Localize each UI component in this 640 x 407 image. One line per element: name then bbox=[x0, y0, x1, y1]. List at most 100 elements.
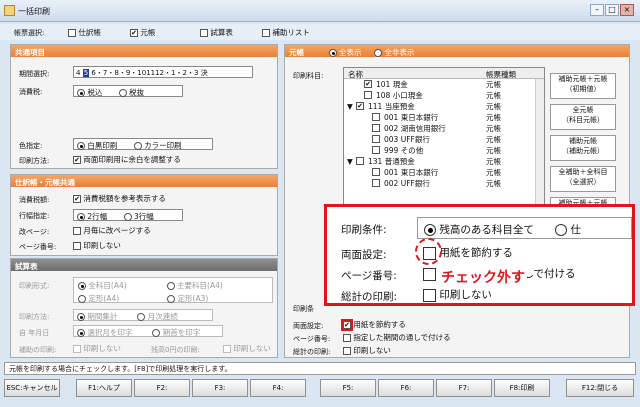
tax-ref-checkbox[interactable]: ✔ 消費税額を参考表示する bbox=[73, 193, 166, 204]
trial-aux-label: 補助の印刷: bbox=[19, 346, 57, 354]
page-label: ページ番号: bbox=[293, 335, 331, 343]
tree-row-type: 元帳 bbox=[486, 135, 501, 144]
minimize-button[interactable]: – bbox=[590, 4, 604, 16]
report-select-row: 帳票選択: 仕訳帳 ✔ 元帳 試算表 補助リスト bbox=[0, 24, 640, 40]
btn-aux-ledger[interactable]: 補助元帳 （補助元帳） bbox=[550, 135, 616, 161]
zoom-callout: 印刷条件: 残高のある科目全て 仕 両面設定: 用紙を節約する ページ番号: 指… bbox=[324, 204, 635, 306]
fkey-f2[interactable]: F2: bbox=[134, 379, 190, 397]
trial-form-group: 全科目(A4) 主要科目(A4) 定形(A4) 定形(A3) bbox=[73, 277, 273, 303]
zoom-page-label: ページ番号: bbox=[341, 270, 397, 282]
zoom-total-checkbox[interactable]: 印刷しない bbox=[423, 287, 492, 302]
status-bar: 元帳を印刷する場合にチェックします。[F8]で印刷処理を実行します。 bbox=[4, 362, 636, 375]
subject-label: 印刷科目: bbox=[293, 72, 324, 80]
tree-row-name: 111 当座預金 bbox=[368, 102, 415, 111]
tree-row-type: 元帳 bbox=[486, 168, 501, 177]
tree-row-checkbox[interactable] bbox=[372, 179, 380, 187]
report-option-ledger[interactable]: ✔ 元帳 bbox=[130, 27, 155, 38]
report-option-trial[interactable]: 試算表 bbox=[200, 27, 233, 38]
tree-row-type: 元帳 bbox=[486, 157, 501, 166]
hide-all-radio[interactable]: 全非表示 bbox=[374, 48, 415, 57]
trial-year-label: 自 年月日 bbox=[19, 329, 50, 337]
tree-row-name: 101 現金 bbox=[376, 80, 408, 89]
tree-row[interactable]: ✔ 101 現金 元帳 bbox=[344, 79, 544, 90]
tree-row[interactable]: 002 湖南信用銀行 元帳 bbox=[344, 123, 544, 134]
btn-all-ledger[interactable]: 全元帳 （科目元帳） bbox=[550, 104, 616, 130]
tree-row-checkbox[interactable]: ✔ bbox=[356, 102, 364, 110]
ledger-panel: 元帳 全表示 全非表示 印刷科目: 名称 帳票種類 ✔ 101 現金 元帳 108 小… bbox=[284, 44, 630, 358]
fkey-f3[interactable]: F3: bbox=[192, 379, 248, 397]
expand-arrow-icon[interactable]: ▼ bbox=[347, 101, 353, 112]
mono-print-radio[interactable]: 白黒印刷 bbox=[77, 141, 117, 150]
tree-row-type: 元帳 bbox=[486, 124, 501, 133]
tree-row[interactable]: 001 東日本銀行 元帳 bbox=[344, 167, 544, 178]
tree-row[interactable]: 108 小口現金 元帳 bbox=[344, 90, 544, 101]
tree-row-name: 003 UFF銀行 bbox=[384, 135, 430, 144]
tree-row-checkbox[interactable] bbox=[372, 135, 380, 143]
zoom-duplex-label: 両面設定: bbox=[341, 249, 387, 261]
fkey-f7[interactable]: F7: bbox=[436, 379, 492, 397]
tree-row[interactable]: ▼ 131 普通預金 元帳 bbox=[344, 156, 544, 167]
tree-row-checkbox[interactable] bbox=[364, 91, 372, 99]
tree-row[interactable]: ▼ ✔ 111 当座預金 元帳 bbox=[344, 101, 544, 112]
total-checkbox[interactable]: 印刷しない bbox=[343, 345, 391, 356]
fkey-f6[interactable]: F6: bbox=[378, 379, 434, 397]
trial-aux-checkbox[interactable]: 印刷しない bbox=[73, 343, 121, 354]
tax-excl-radio[interactable]: 税抜 bbox=[118, 88, 144, 97]
report-option-journal[interactable]: 仕訳帳 bbox=[68, 27, 101, 38]
trial-header: 試算表 bbox=[11, 259, 277, 271]
journal-page-num-checkbox[interactable]: 印刷しない bbox=[73, 240, 121, 251]
report-select-label: 帳票選択: bbox=[14, 29, 45, 37]
common-header: 共通項目 bbox=[11, 45, 277, 57]
tree-row[interactable]: 003 UFF銀行 元帳 bbox=[344, 134, 544, 145]
tree-row-name: 108 小口現金 bbox=[376, 91, 423, 100]
maximize-button[interactable]: □ bbox=[605, 4, 619, 16]
trial-panel: 試算表 印刷形式: 全科目(A4) 主要科目(A4) 定形(A4) 定形(A3)… bbox=[10, 258, 278, 358]
method-label: 印刷方法: bbox=[19, 157, 50, 165]
journal-header: 仕訳帳・元帳共通 bbox=[11, 175, 277, 187]
tree-row-checkbox[interactable] bbox=[372, 146, 380, 154]
period-label: 期間選択: bbox=[19, 70, 50, 78]
title-bar: 一括印刷 – □ × bbox=[0, 0, 640, 22]
row-3-radio[interactable]: 3行幅 bbox=[123, 212, 154, 221]
fkey-f4[interactable]: F4: bbox=[250, 379, 306, 397]
btn-all-select[interactable]: 全補助＋全科目 （全選択） bbox=[550, 166, 616, 192]
zoom-cond-radio-2[interactable]: 仕 bbox=[555, 224, 581, 236]
show-all-radio[interactable]: 全表示 bbox=[328, 48, 362, 57]
tree-row-checkbox[interactable] bbox=[372, 168, 380, 176]
fkey-esc[interactable]: ESC:キャンセル bbox=[4, 379, 60, 397]
zoom-cond-radio-1[interactable]: 残高のある科目全て bbox=[424, 224, 534, 236]
tax-label: 消費税: bbox=[19, 88, 43, 96]
tree-row[interactable]: 001 東日本銀行 元帳 bbox=[344, 112, 544, 123]
tree-row-checkbox[interactable] bbox=[356, 157, 364, 165]
fkey-f5[interactable]: F5: bbox=[320, 379, 376, 397]
tree-row[interactable]: 999 その他 元帳 bbox=[344, 145, 544, 156]
zoom-highlight-circle bbox=[415, 238, 442, 265]
row-2-radio[interactable]: 2行幅 bbox=[77, 212, 107, 221]
fkey-f12[interactable]: F12:閉じる bbox=[566, 379, 634, 397]
duplex-margin-checkbox[interactable]: ✔ 両面印刷用に余白を調整する bbox=[73, 154, 181, 165]
zoom-cond-group: 残高のある科目全て 仕 bbox=[417, 217, 632, 239]
tree-row-checkbox[interactable]: ✔ bbox=[364, 80, 372, 88]
fkey-f8[interactable]: F8:印刷 bbox=[494, 379, 550, 397]
trial-zero-checkbox[interactable]: 印刷しない bbox=[223, 343, 271, 354]
window-title: 一括印刷 bbox=[18, 7, 50, 16]
tree-row[interactable]: 002 UFF銀行 元帳 bbox=[344, 178, 544, 189]
zoom-annotation: チェック外す bbox=[439, 267, 527, 287]
tree-row-name: 001 東日本銀行 bbox=[384, 168, 439, 177]
trial-form-label: 印刷形式: bbox=[19, 282, 50, 290]
report-option-aux[interactable]: 補助リスト bbox=[262, 27, 310, 38]
tree-row-checkbox[interactable] bbox=[372, 113, 380, 121]
trial-year-group: 選択月を印字 期首を印字 bbox=[73, 325, 223, 337]
color-print-radio[interactable]: カラー印刷 bbox=[133, 141, 182, 150]
tax-incl-radio[interactable]: 税込 bbox=[77, 88, 102, 97]
tree-row-checkbox[interactable] bbox=[372, 124, 380, 132]
expand-arrow-icon[interactable]: ▼ bbox=[347, 156, 353, 167]
journal-page-num-label: ページ番号: bbox=[19, 243, 57, 251]
save-paper-checkbox[interactable]: ✔ 用紙を節約する bbox=[341, 319, 406, 331]
period-selector[interactable]: 4 5 6・7・8・9・101112・1・2・3 決 bbox=[73, 66, 253, 78]
btn-aux-plus-ledger[interactable]: 補助元帳＋元帳 （初期値） bbox=[550, 73, 616, 99]
close-button[interactable]: × bbox=[620, 4, 634, 16]
page-break-checkbox[interactable]: 月毎に改ページする bbox=[73, 225, 151, 236]
page-through-checkbox[interactable]: 指定した期間の通しで付ける bbox=[343, 332, 451, 343]
fkey-f1[interactable]: F1:ヘルプ bbox=[76, 379, 132, 397]
